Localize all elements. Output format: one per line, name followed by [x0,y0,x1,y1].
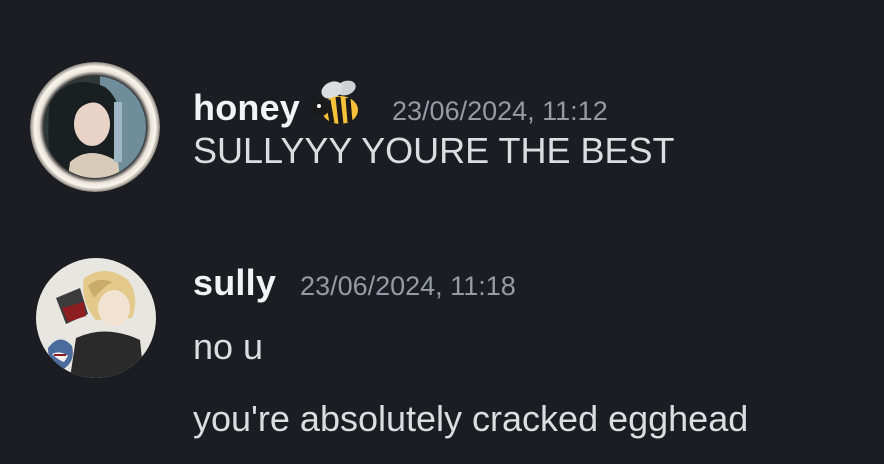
message-header-honey: honey 23/06/2024, 11:12 [193,68,608,129]
message-text: you're absolutely cracked egghead [193,398,749,439]
bee-icon [310,78,365,130]
username-honey[interactable]: honey [193,87,300,129]
avatar-honey[interactable] [30,62,160,192]
timestamp-honey: 23/06/2024, 11:12 [392,96,608,126]
message-text: SULLYYY YOURE THE BEST [193,130,675,171]
message-text: no u [193,326,264,367]
avatar-sully[interactable] [36,258,156,378]
avatar-honey-image [30,62,160,192]
message-honey: honey 23/06/2024, 11:12 SULLYYY YOURE TH… [0,0,884,230]
timestamp-sully: 23/06/2024, 11:18 [300,271,516,301]
message-sully: sully 23/06/2024, 11:18 no u you're abso… [0,230,884,464]
avatar-sully-image [36,258,156,378]
username-sully[interactable]: sully [193,262,276,304]
message-header-sully: sully 23/06/2024, 11:18 [193,262,516,304]
